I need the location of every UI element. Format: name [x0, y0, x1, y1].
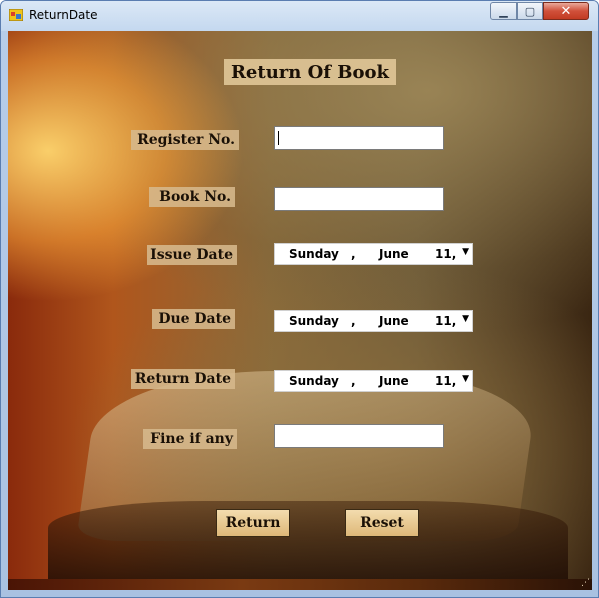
reset-button[interactable]: Reset [345, 509, 419, 537]
return-date-month: June [379, 374, 409, 388]
issue-date-separator: , [351, 247, 356, 261]
minimize-icon: ▁ [499, 4, 508, 18]
return-button[interactable]: Return [216, 509, 290, 537]
book-no-label: Book No. [149, 187, 235, 207]
register-no-label: Register No. [131, 130, 239, 150]
due-date-picker[interactable]: Sunday , June 11, ▼ [274, 310, 473, 332]
page-title: Return Of Book [224, 59, 396, 85]
title-bar[interactable]: ReturnDate ▁ ▢ ✕ [1, 1, 598, 31]
fine-label: Fine if any [143, 429, 237, 449]
maximize-button[interactable]: ▢ [517, 2, 543, 20]
form-client-area: Return Of Book Register No. Book No. Iss… [8, 31, 592, 590]
close-icon: ✕ [560, 3, 572, 19]
return-date-window: ReturnDate ▁ ▢ ✕ Return Of Book Register… [0, 0, 599, 598]
resize-grip-icon[interactable]: ⋰ [581, 578, 590, 588]
dropdown-arrow-icon[interactable]: ▼ [462, 314, 469, 324]
due-date-date: 11, [435, 314, 457, 328]
due-date-month: June [379, 314, 409, 328]
issue-date-picker[interactable]: Sunday , June 11, ▼ [274, 243, 473, 265]
due-date-separator: , [351, 314, 356, 328]
window-title: ReturnDate [29, 8, 98, 22]
due-date-label: Due Date [152, 309, 235, 329]
form-icon [9, 9, 23, 21]
minimize-button[interactable]: ▁ [490, 2, 517, 20]
dropdown-arrow-icon[interactable]: ▼ [462, 247, 469, 257]
return-date-label: Return Date [131, 369, 235, 389]
close-button[interactable]: ✕ [543, 2, 589, 20]
return-date-picker[interactable]: Sunday , June 11, ▼ [274, 370, 473, 392]
return-date-day: Sunday [289, 374, 339, 388]
issue-date-label: Issue Date [147, 245, 237, 265]
issue-date-month: June [379, 247, 409, 261]
register-no-input[interactable] [274, 126, 444, 150]
dropdown-arrow-icon[interactable]: ▼ [462, 374, 469, 384]
maximize-icon: ▢ [524, 4, 536, 18]
due-date-day: Sunday [289, 314, 339, 328]
book-no-input[interactable] [274, 187, 444, 211]
fine-input[interactable] [274, 424, 444, 448]
return-date-date: 11, [435, 374, 457, 388]
text-caret [278, 131, 279, 145]
bottom-border-strip: ⋰ [8, 578, 592, 590]
background-book-shadow [48, 501, 568, 590]
issue-date-day: Sunday [289, 247, 339, 261]
return-date-separator: , [351, 374, 356, 388]
issue-date-date: 11, [435, 247, 457, 261]
